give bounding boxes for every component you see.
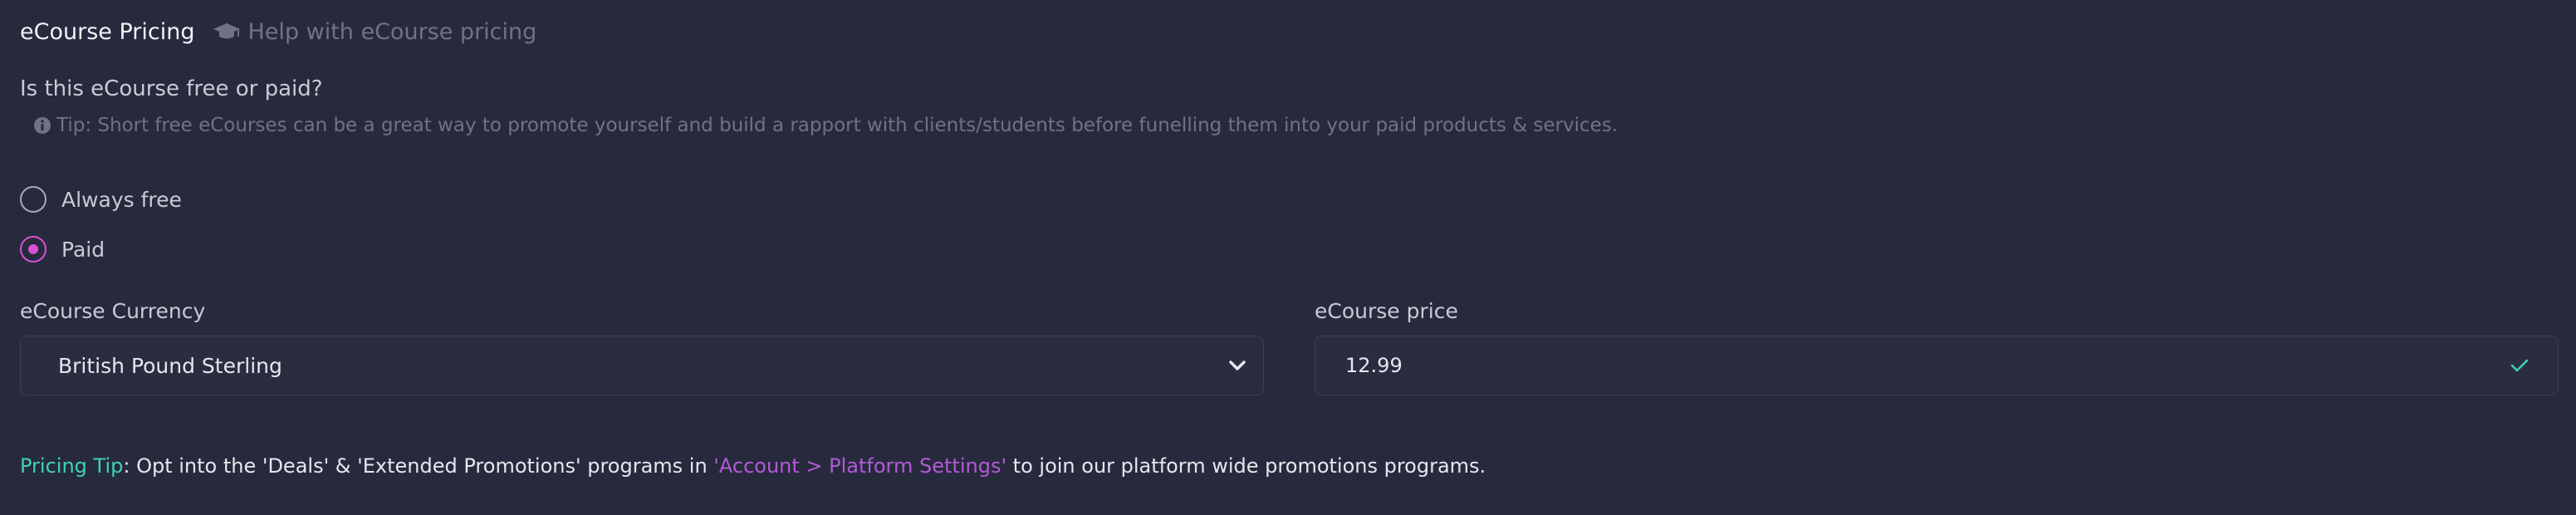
ecourse-pricing-section: eCourse Pricing Help with eCourse pricin… (0, 0, 2576, 515)
info-circle-icon (34, 117, 51, 134)
pricing-question: Is this eCourse free or paid? (20, 76, 323, 101)
radio-dot (28, 244, 38, 254)
radio-button-selected[interactable] (20, 236, 47, 262)
radio-always-free[interactable]: Always free (20, 186, 182, 213)
section-title: eCourse Pricing (20, 18, 195, 45)
currency-select[interactable]: British Pound Sterling (20, 336, 1264, 395)
price-input[interactable] (1345, 354, 1844, 377)
pricing-tip-note: Tip: Short free eCourses can be a great … (33, 115, 1618, 136)
section-header: eCourse Pricing Help with eCourse pricin… (20, 15, 536, 48)
radio-label: Always free (61, 187, 182, 212)
pricing-tip-banner: Pricing Tip: Opt into the 'Deals' & 'Ext… (20, 454, 1486, 478)
help-link[interactable]: Help with eCourse pricing (213, 19, 536, 45)
pricing-tip-label: Pricing Tip (20, 454, 124, 478)
price-label: eCourse price (1315, 299, 1458, 323)
radio-label: Paid (61, 237, 105, 262)
help-link-label: Help with eCourse pricing (247, 18, 537, 45)
radio-button[interactable] (20, 186, 47, 213)
currency-value: British Pound Sterling (58, 353, 282, 378)
currency-label: eCourse Currency (20, 299, 206, 323)
platform-settings-link[interactable]: 'Account > Platform Settings' (713, 454, 1006, 478)
pricing-tip-text-before: : Opt into the 'Deals' & 'Extended Promo… (123, 454, 714, 478)
radio-paid[interactable]: Paid (20, 236, 105, 262)
tip-text: Tip: Short free eCourses can be a great … (56, 115, 1619, 136)
price-field[interactable] (1315, 336, 2559, 395)
graduation-cap-icon (213, 23, 241, 39)
check-icon (2510, 359, 2529, 372)
chevron-down-icon (1229, 360, 1246, 370)
pricing-tip-text-after: to join our platform wide promotions pro… (1006, 454, 1486, 478)
